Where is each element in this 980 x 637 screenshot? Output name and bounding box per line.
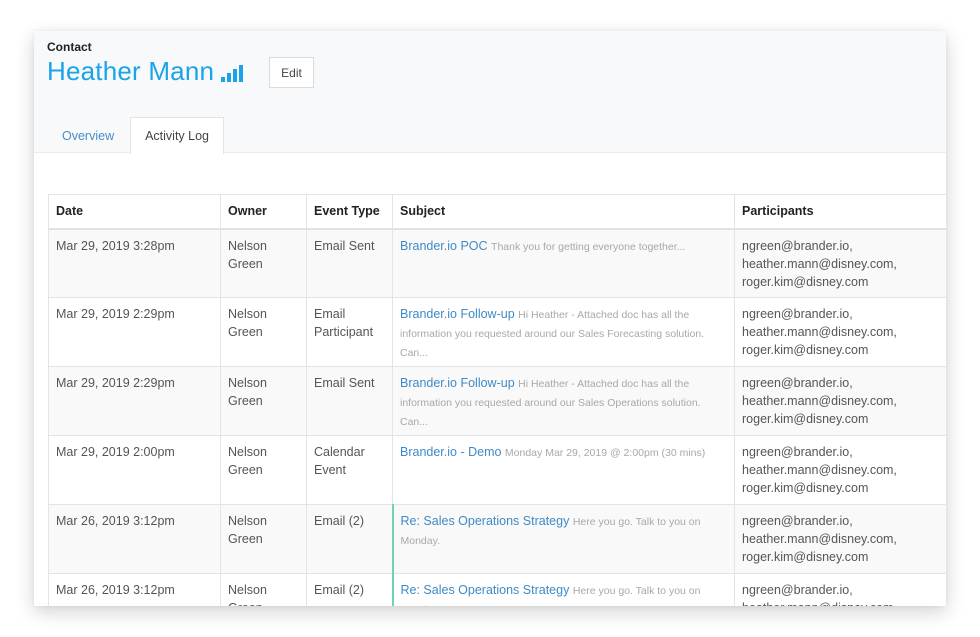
subject-preview: Monday Mar 29, 2019 @ 2:00pm (30 mins) (504, 447, 706, 459)
cell-owner: Nelson Green (220, 435, 307, 505)
subject-preview: Thank you for getting everyone together.… (491, 240, 686, 253)
cell-participants: ngreen@brander.io, heather.mann@disney.co… (734, 573, 946, 606)
participant-email: roger.kim@disney.com (742, 274, 869, 289)
column-header-date[interactable]: Date (48, 194, 221, 230)
contact-header: Contact Heather Mann Edit Overview Activ… (34, 31, 946, 154)
participant-email: ngreen@brander.io, (742, 376, 853, 390)
contact-name: Heather Mann (47, 56, 215, 86)
participant-email: roger.kim@disney.com (742, 343, 869, 357)
column-header-owner[interactable]: Owner (220, 194, 307, 230)
signal-bar (239, 64, 244, 82)
cell-participants: ngreen@brander.io, heather.mann@disney.co… (734, 435, 946, 505)
cell-owner: Nelson Green (220, 504, 307, 574)
participant-email: ngreen@brander.io, (742, 514, 853, 528)
table-row[interactable]: Mar 29, 2019 2:29pm Nelson Green Email Sen… (48, 366, 946, 436)
cell-event-type: Email (2) (306, 573, 393, 606)
column-header-event-type[interactable]: Event Type (306, 194, 393, 230)
table-row[interactable]: Mar 29, 2019 2:29pm Nelson Green Email Par… (48, 297, 946, 367)
cell-event-type: Email Sent (306, 228, 393, 298)
cell-event-type: Email Participant (306, 297, 393, 367)
cell-owner: Nelson Green (220, 228, 307, 298)
participant-email: roger.kim@disney.com (742, 550, 869, 564)
cell-subject: Re: Sales Operations Strategy Here you g… (391, 504, 735, 574)
table-header-row: Date Owner Event Type Subject Participan… (48, 194, 946, 230)
subject-link[interactable]: Brander.io Follow-up (400, 307, 515, 321)
subject-link[interactable]: Re: Sales Operations Strategy (401, 583, 570, 597)
contact-label: Contact (47, 40, 92, 54)
contact-card: Contact Heather Mann Edit Overview Activ… (34, 31, 946, 606)
table-row[interactable]: Mar 26, 2019 3:12pmNelson GreenEmail (2)… (48, 573, 946, 606)
contact-name-row: Heather Mann (47, 55, 244, 87)
participant-email: ngreen@brander.io, (742, 583, 853, 597)
cell-owner: Nelson Green (220, 573, 307, 606)
participant-email: heather.mann@disney.com, (742, 532, 897, 546)
column-header-participants[interactable]: Participants (734, 194, 946, 230)
cell-date: Mar 26, 2019 3:12pm (48, 573, 221, 606)
cell-event-type: Email Sent (306, 366, 393, 436)
activity-log-table: Date Owner Event Type Subject Participan… (48, 194, 946, 606)
participant-email: heather.mann@disney.com, (742, 256, 897, 271)
participant-email: ngreen@brander.io, (742, 238, 853, 253)
column-header-subject[interactable]: Subject (392, 194, 735, 230)
cell-subject: Brander.io - Demo Monday Mar 29, 2019 @ … (392, 435, 735, 505)
edit-button[interactable]: Edit (269, 57, 314, 88)
cell-event-type: Calendar Event (306, 435, 393, 505)
subject-link[interactable]: Brander.io POC (400, 239, 488, 253)
cell-date: Mar 29, 2019 2:29pm (48, 297, 221, 367)
signal-bar (227, 72, 232, 82)
cell-owner: Nelson Green (220, 297, 307, 367)
table-row[interactable]: Mar 26, 2019 3:12pmNelson GreenEmail (2)… (48, 504, 946, 574)
activity-log-table-wrapper: Date Owner Event Type Subject Participan… (48, 194, 946, 606)
participant-email: heather.mann@disney.com, (742, 394, 897, 408)
cell-participants: ngreen@brander.io, heather.mann@disney.co… (734, 228, 946, 298)
tab-activity-log[interactable]: Activity Log (130, 117, 225, 154)
cell-subject: Brander.io Follow-up Hi Heather - Attach… (392, 297, 735, 367)
cell-date: Mar 26, 2019 3:12pm (48, 504, 221, 574)
signal-bar (221, 76, 226, 82)
participant-email: roger.kim@disney.com (742, 412, 869, 426)
subject-link[interactable]: Brander.io - Demo (400, 445, 501, 459)
signal-bar (233, 68, 238, 82)
cell-subject: Re: Sales Operations Strategy Here you g… (391, 573, 735, 606)
cell-date: Mar 29, 2019 2:29pm (48, 366, 221, 436)
cell-participants: ngreen@brander.io, heather.mann@disney.co… (734, 504, 946, 574)
cell-owner: Nelson Green (220, 366, 307, 436)
table-row[interactable]: Mar 29, 2019 2:00pm Nelson Green Calendar … (48, 435, 946, 505)
participant-email: ngreen@brander.io, (742, 307, 853, 321)
signal-bars-icon (221, 64, 244, 82)
cell-event-type: Email (2) (306, 504, 393, 574)
participant-email: ngreen@brander.io, (742, 445, 853, 459)
participant-email: heather.mann@disney.com, (742, 325, 897, 339)
cell-subject: Brander.io POC Thank you for getting eve… (392, 228, 735, 298)
table-row[interactable]: Mar 29, 2019 3:28pm Nelson Green Email Sen… (48, 228, 946, 298)
participant-email: heather.mann@disney.com, (742, 599, 939, 606)
cell-participants: ngreen@brander.io, heather.mann@disney.co… (734, 366, 946, 436)
tab-overview[interactable]: Overview (48, 117, 128, 154)
cell-participants: ngreen@brander.io, heather.mann@disney.co… (734, 297, 946, 367)
cell-date: Mar 29, 2019 3:28pm (48, 228, 221, 298)
participant-email: roger.kim@disney.com (742, 481, 869, 495)
cell-date: Mar 29, 2019 2:00pm (48, 435, 221, 505)
tab-bar: Overview Activity Log (34, 117, 225, 154)
subject-link[interactable]: Re: Sales Operations Strategy (401, 514, 570, 528)
subject-link[interactable]: Brander.io Follow-up (400, 376, 515, 390)
participant-email: heather.mann@disney.com, (742, 463, 897, 477)
cell-subject: Brander.io Follow-up Hi Heather - Attach… (392, 366, 735, 436)
